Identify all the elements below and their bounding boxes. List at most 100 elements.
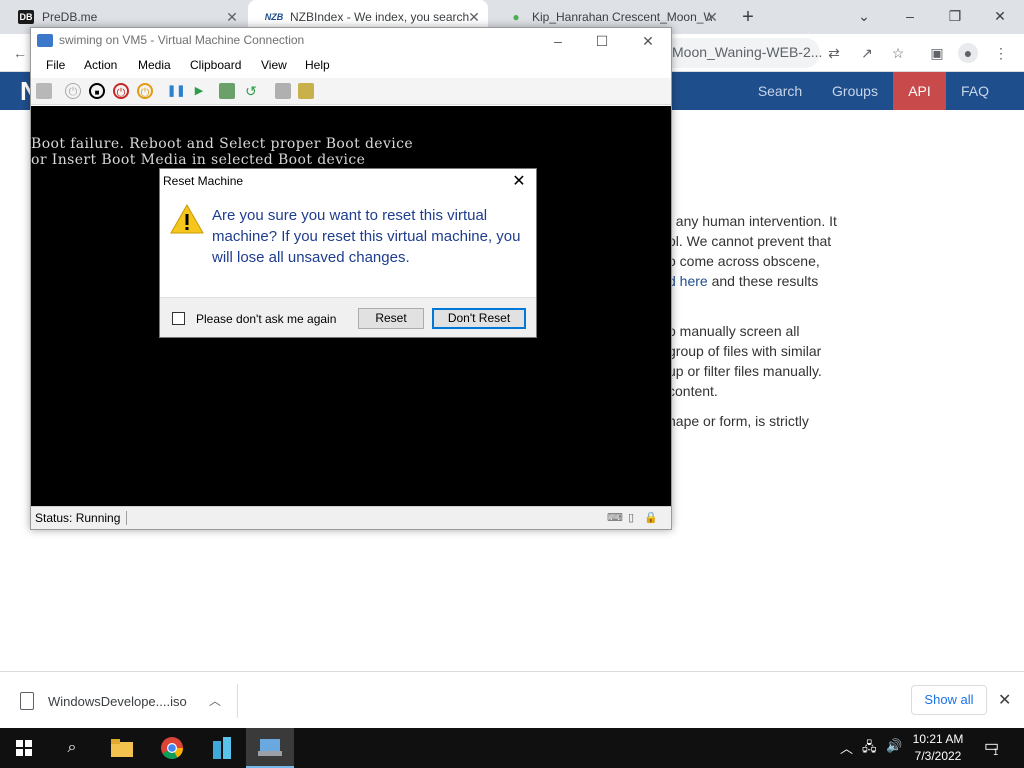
notification-count: 1 xyxy=(993,747,999,757)
body-text-line: ol. We cannot prevent that xyxy=(668,233,832,249)
chrome-logo-icon xyxy=(161,737,183,759)
dialog-message: Are you sure you want to reset this virt… xyxy=(212,207,521,266)
close-window-icon[interactable]: ✕ xyxy=(986,4,1014,28)
body-text-fragment: and these results xyxy=(707,273,819,289)
new-tab-icon[interactable]: + xyxy=(736,5,760,29)
notification-center-icon[interactable]: ▭1 xyxy=(984,736,1004,757)
clock-time: 10:21 AM xyxy=(912,732,964,746)
save-state-icon[interactable]: ⏻ xyxy=(137,83,153,99)
side-panel-icon[interactable]: ▣ xyxy=(927,43,947,63)
profile-avatar-icon[interactable]: ● xyxy=(958,43,978,63)
here-link[interactable]: d here xyxy=(668,273,708,289)
dont-ask-again-label[interactable]: Please don't ask me again xyxy=(196,312,336,326)
predb-favicon-icon: DB xyxy=(18,10,34,24)
checkpoint-icon[interactable] xyxy=(219,83,235,99)
vm-title-bar[interactable]: swiming on VM5 - Virtual Machine Connect… xyxy=(31,28,671,54)
buildings-icon xyxy=(213,737,231,759)
vm-maximize-icon[interactable]: ☐ xyxy=(587,30,617,52)
nav-search[interactable]: Search xyxy=(744,72,816,110)
warning-icon xyxy=(170,203,204,234)
file-icon xyxy=(20,692,34,710)
folder-icon xyxy=(111,739,133,757)
vm-close-icon[interactable]: ✕ xyxy=(633,30,663,52)
tab-search-chevron-icon[interactable]: ⌄ xyxy=(850,4,878,28)
enhanced-session-icon[interactable] xyxy=(275,83,291,99)
nav-api[interactable]: API xyxy=(893,72,946,110)
browser-menu-icon[interactable]: ⋮ xyxy=(991,43,1011,63)
vm-status-text: Status: Running xyxy=(35,511,128,525)
minimize-icon[interactable]: – xyxy=(896,4,924,28)
close-tab-icon[interactable]: ✕ xyxy=(224,9,240,25)
reset-machine-dialog: Reset Machine ✕ Are you sure you want to… xyxy=(159,168,537,338)
menu-action[interactable]: Action xyxy=(84,58,117,72)
chevron-up-icon[interactable]: ︿ xyxy=(209,692,221,709)
share-icon[interactable]: ↗ xyxy=(857,43,877,63)
revert-icon[interactable]: ↺ xyxy=(243,83,259,99)
hyper-v-connection-icon[interactable] xyxy=(246,728,294,768)
vm-connection-icon xyxy=(37,34,53,47)
search-icon[interactable]: ⌕ xyxy=(48,728,96,768)
console-line-2: or Insert Boot Media in selected Boot de… xyxy=(31,152,366,168)
download-filename: WindowsDevelope....iso xyxy=(48,693,187,709)
translate-icon[interactable]: ⇄ xyxy=(824,43,844,63)
vm-window-title: swiming on VM5 - Virtual Machine Connect… xyxy=(59,33,305,47)
windows-logo-icon xyxy=(16,740,32,756)
vm-toolbar: ⏻ ■ ⏻ ⏻ ❚❚ ▶ ↺ xyxy=(31,78,671,105)
dialog-title: Reset Machine xyxy=(163,174,244,188)
share-icon-vm[interactable] xyxy=(298,83,314,99)
restore-icon[interactable]: ❐ xyxy=(941,4,969,28)
dont-reset-button[interactable]: Don't Reset xyxy=(432,308,526,329)
shut-down-icon[interactable]: ⏻ xyxy=(113,83,129,99)
close-tab-icon[interactable]: ✕ xyxy=(466,9,482,25)
vm-menu-bar: File Action Media Clipboard View Help xyxy=(31,54,671,78)
download-bar: WindowsDevelope....iso ︿ Show all ✕ xyxy=(0,671,1024,728)
menu-view[interactable]: View xyxy=(261,58,287,72)
menu-file[interactable]: File xyxy=(46,58,65,72)
start-vm-icon[interactable]: ⏻ xyxy=(65,83,81,99)
dialog-close-icon[interactable]: ✕ xyxy=(510,171,528,191)
tab-title: PreDB.me xyxy=(42,10,98,24)
body-text-line: content. xyxy=(668,383,718,399)
pause-icon[interactable]: ❚❚ xyxy=(167,83,185,99)
server-manager-icon[interactable] xyxy=(198,728,246,768)
nav-faq[interactable]: FAQ xyxy=(950,72,1000,110)
menu-help[interactable]: Help xyxy=(305,58,330,72)
body-text-line: group of files with similar xyxy=(668,343,822,359)
resume-icon[interactable]: ▶ xyxy=(191,83,207,99)
taskbar-clock[interactable]: 10:21 AM 7/3/2022 xyxy=(900,731,976,765)
bookmark-star-icon[interactable]: ☆ xyxy=(888,43,908,63)
file-explorer-icon[interactable] xyxy=(98,728,146,768)
mouse-icon: ▯ xyxy=(628,512,635,524)
reset-button[interactable]: Reset xyxy=(358,308,424,329)
turn-off-icon[interactable]: ■ xyxy=(89,83,105,99)
address-bar-text: Moon_Waning-WEB-2... xyxy=(672,44,822,60)
vm-monitor-icon xyxy=(258,739,282,756)
network-icon[interactable]: 🖧 xyxy=(862,738,877,760)
nav-groups[interactable]: Groups xyxy=(820,72,890,110)
start-button[interactable] xyxy=(0,728,48,768)
keyboard-icon: ⌨ xyxy=(607,512,623,524)
clock-date: 7/3/2022 xyxy=(914,749,962,763)
vm-status-bar: Status: Running ⌨ ▯ 🔒 xyxy=(31,506,671,529)
back-arrow-icon[interactable]: ← xyxy=(10,43,30,63)
console-line-1: Boot failure. Reboot and Select proper B… xyxy=(31,136,414,152)
body-text-line: d here and these results xyxy=(668,273,818,289)
dialog-footer: Please don't ask me again Reset Don't Re… xyxy=(160,297,536,337)
body-text-line: hape or form, is strictly xyxy=(668,413,809,429)
menu-media[interactable]: Media xyxy=(138,58,171,72)
chrome-icon[interactable] xyxy=(148,728,196,768)
body-text-line: t any human intervention. It xyxy=(668,213,837,229)
ctrl-alt-del-icon[interactable] xyxy=(36,83,52,99)
download-item[interactable]: WindowsDevelope....iso ︿ xyxy=(20,684,238,718)
close-download-bar-icon[interactable]: ✕ xyxy=(998,690,1011,710)
leaf-favicon-icon: ● xyxy=(512,10,520,24)
dont-ask-again-checkbox[interactable] xyxy=(172,312,185,325)
body-text-line: up or filter files manually. xyxy=(668,363,822,379)
menu-clipboard[interactable]: Clipboard xyxy=(190,58,241,72)
tab-title: NZBIndex - We index, you search xyxy=(290,10,470,24)
close-tab-icon[interactable]: ✕ xyxy=(704,9,720,25)
body-text-line: o come across obscene, xyxy=(668,253,820,269)
vm-minimize-icon[interactable]: – xyxy=(543,30,573,52)
tray-overflow-chevron-icon[interactable]: ︿ xyxy=(840,738,853,757)
show-all-button[interactable]: Show all xyxy=(911,685,987,715)
